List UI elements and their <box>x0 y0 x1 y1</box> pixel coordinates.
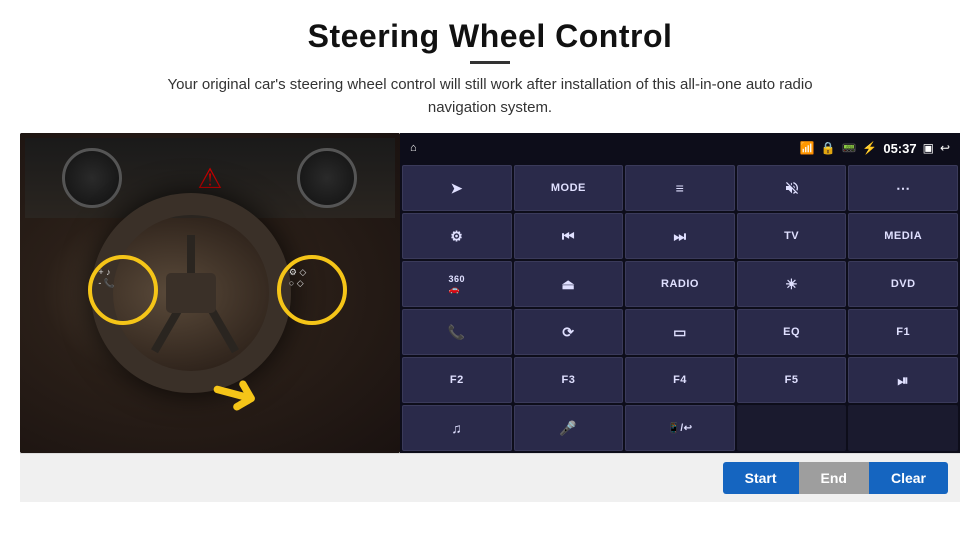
wifi-icon: 📶 <box>800 141 815 155</box>
screen-icon: ▣ <box>923 141 934 155</box>
home-icon: ⌂ <box>410 142 417 154</box>
btn-empty-2 <box>848 405 958 451</box>
clear-button[interactable]: Clear <box>869 462 948 494</box>
wheel-center <box>166 273 216 313</box>
steering-wheel-bg: ⚠ + ♪ - 📞 <box>20 133 400 453</box>
btn-mute[interactable] <box>737 165 847 211</box>
btn-empty-1 <box>737 405 847 451</box>
btn-radio[interactable]: RADIO <box>625 261 735 307</box>
status-bar: ⌂ 📶 🔒 📟 ⚡ 05:37 ▣ ↩ <box>400 133 960 163</box>
btn-playpause[interactable]: ⏯ <box>848 357 958 403</box>
btn-prev[interactable]: ⏮ <box>514 213 624 259</box>
time-display: 05:37 <box>883 141 916 156</box>
start-button[interactable]: Start <box>723 462 799 494</box>
btn-f4[interactable]: F4 <box>625 357 735 403</box>
bottom-bar: Start End Clear <box>20 453 960 502</box>
btn-f2[interactable]: F2 <box>402 357 512 403</box>
btn-swipe[interactable]: ⟳ <box>514 309 624 355</box>
title-divider <box>470 61 510 64</box>
page-container: Steering Wheel Control Your original car… <box>0 0 980 544</box>
page-title: Steering Wheel Control <box>308 18 673 55</box>
status-right: 📶 🔒 📟 ⚡ 05:37 ▣ ↩ <box>800 141 950 156</box>
btn-media[interactable]: MEDIA <box>848 213 958 259</box>
btn-f1[interactable]: F1 <box>848 309 958 355</box>
btn-tv[interactable]: TV <box>737 213 847 259</box>
btn-display[interactable]: ▭ <box>625 309 735 355</box>
btn-f3[interactable]: F3 <box>514 357 624 403</box>
btn-cam360[interactable]: 360🚗 <box>402 261 512 307</box>
bluetooth-icon: ⚡ <box>862 141 877 155</box>
btn-mic[interactable]: 🎤 <box>514 405 624 451</box>
car-image: ⚠ + ♪ - 📞 <box>20 133 400 453</box>
sim-icon: 📟 <box>841 141 856 155</box>
btn-music[interactable]: ♫ <box>402 405 512 451</box>
btn-brightness[interactable]: ☀ <box>737 261 847 307</box>
back-icon: ↩ <box>940 141 950 155</box>
btn-eject[interactable]: ⏏ <box>514 261 624 307</box>
btn-f5[interactable]: F5 <box>737 357 847 403</box>
gauge-left <box>62 148 122 208</box>
highlight-circle-right: ⚙ ◇ ○ ◇ <box>277 255 347 325</box>
content-row: ⚠ + ♪ - 📞 <box>20 133 960 453</box>
status-left: ⌂ <box>410 142 417 154</box>
btn-next[interactable]: ⏭ <box>625 213 735 259</box>
btn-volphone[interactable]: 📱/↩ <box>625 405 735 451</box>
ui-button-grid: ➤ MODE ≡ ⋯ ⚙ ⏮ ⏭ TV MEDIA 360🚗 ⏏ RADIO ☀… <box>400 163 960 453</box>
highlight-circle-left: + ♪ - 📞 <box>88 255 158 325</box>
btn-settings[interactable]: ⚙ <box>402 213 512 259</box>
btn-navigate[interactable]: ➤ <box>402 165 512 211</box>
ui-panel: ⌂ 📶 🔒 📟 ⚡ 05:37 ▣ ↩ ➤ MODE ≡ <box>400 133 960 453</box>
btn-apps[interactable]: ⋯ <box>848 165 958 211</box>
btn-list[interactable]: ≡ <box>625 165 735 211</box>
lock-icon: 🔒 <box>820 141 835 155</box>
btn-mode[interactable]: MODE <box>514 165 624 211</box>
gauge-right <box>297 148 357 208</box>
btn-eq[interactable]: EQ <box>737 309 847 355</box>
end-button[interactable]: End <box>799 462 869 494</box>
page-subtitle: Your original car's steering wheel contr… <box>140 74 840 119</box>
btn-dvd[interactable]: DVD <box>848 261 958 307</box>
btn-phone[interactable]: 📞 <box>402 309 512 355</box>
